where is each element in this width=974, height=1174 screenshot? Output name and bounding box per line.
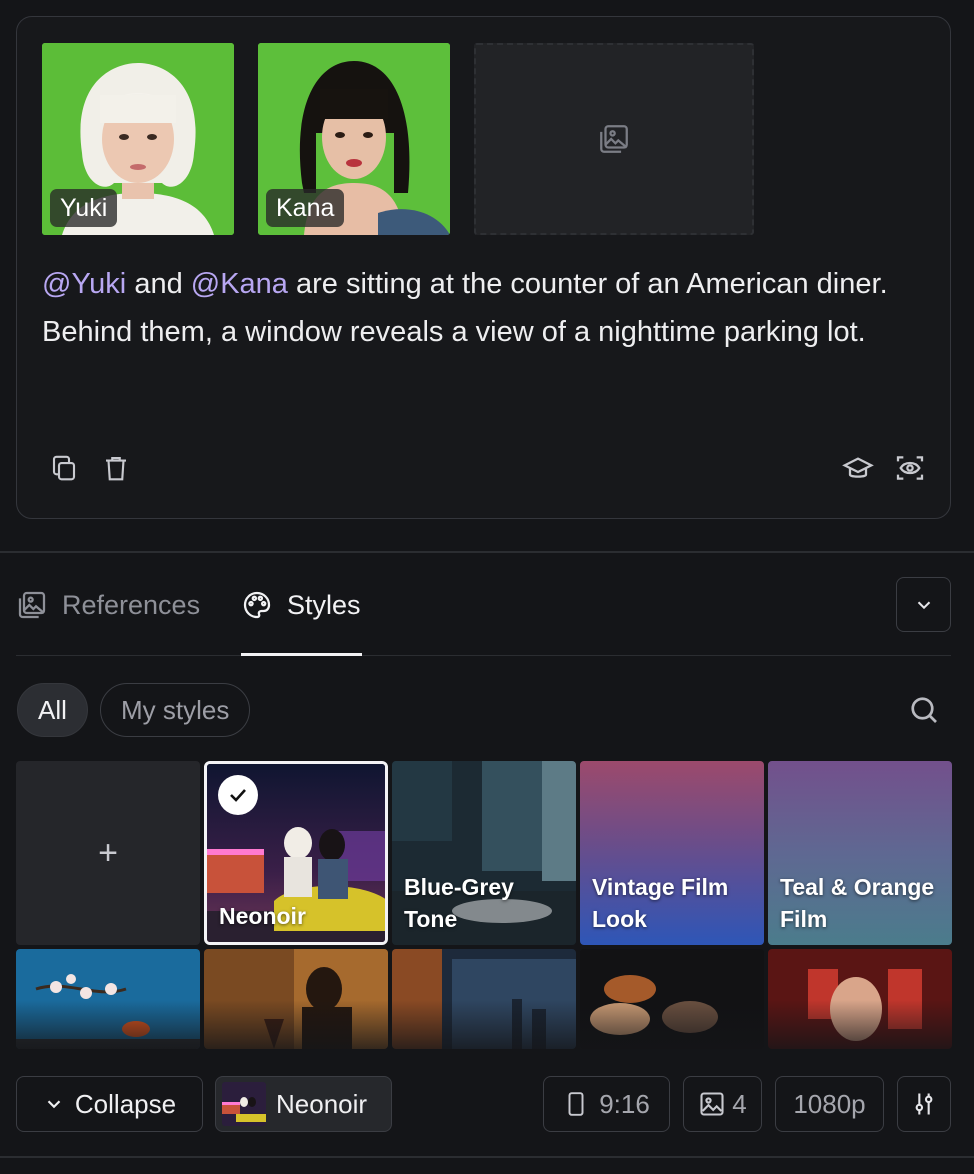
character-name-tag: Kana [266, 189, 345, 227]
tab-styles[interactable]: Styles [241, 585, 361, 625]
style-label: Blue-Grey Tone [404, 874, 514, 932]
tab-label: References [62, 590, 201, 620]
add-style-tile[interactable]: + [16, 761, 200, 945]
expand-dropdown-button[interactable] [896, 577, 951, 632]
collapse-button[interactable]: Collapse [16, 1076, 203, 1132]
style-tile-neonoir[interactable]: Neonoir [204, 761, 388, 945]
image-count-label: 4 [732, 1088, 747, 1119]
current-style-button[interactable]: Neonoir [215, 1076, 392, 1132]
graduation-cap-icon[interactable] [841, 451, 875, 485]
image-icon [700, 1092, 724, 1116]
grid-fade-overlay [0, 1000, 974, 1060]
style-tile-teal-orange-film[interactable]: Teal & Orange Film [768, 761, 952, 945]
mention-kana[interactable]: @Kana [191, 268, 288, 300]
prompt-card: Yuki Kana @Yuki and @Kana are sitting at… [16, 16, 951, 519]
character-name-tag: Yuki [50, 189, 118, 227]
prompt-fragment: and [126, 268, 191, 300]
phone-portrait-icon [568, 1092, 584, 1116]
resolution-button[interactable]: 1080p [775, 1076, 884, 1132]
chevron-down-icon [47, 1100, 61, 1109]
character-thumb-yuki[interactable]: Yuki [42, 43, 234, 235]
chevron-down-icon [917, 601, 930, 609]
current-style-label: Neonoir [276, 1088, 368, 1119]
tab-references[interactable]: References [16, 585, 200, 625]
style-thumbnail-icon [222, 1082, 266, 1126]
sliders-icon [915, 1093, 933, 1115]
image-upload-icon [600, 125, 628, 153]
mention-yuki[interactable]: @Yuki [42, 268, 126, 300]
style-label: Teal & Orange Film [780, 874, 935, 932]
eye-scan-icon[interactable] [893, 451, 927, 485]
images-icon [18, 591, 46, 619]
collapse-label: Collapse [74, 1088, 177, 1119]
filter-all[interactable]: All [17, 683, 88, 737]
resolution-label: 1080p [793, 1088, 866, 1119]
style-tile-vintage-film-look[interactable]: Vintage Film Look [580, 761, 764, 945]
settings-button[interactable] [897, 1076, 951, 1132]
tab-label: Styles [287, 590, 361, 620]
section-divider [0, 551, 974, 553]
trash-icon[interactable] [99, 451, 133, 485]
image-count-button[interactable]: 4 [683, 1076, 762, 1132]
copy-icon[interactable] [47, 451, 81, 485]
plus-icon: + [98, 833, 118, 872]
selected-check-icon [218, 775, 258, 815]
add-reference-slot[interactable] [474, 43, 754, 235]
filter-my-styles[interactable]: My styles [100, 683, 251, 737]
style-label: Neonoir [219, 903, 306, 929]
search-icon[interactable] [906, 692, 942, 728]
active-tab-indicator [241, 653, 362, 656]
prompt-text[interactable]: @Yuki and @Kana are sitting at the count… [42, 260, 922, 356]
aspect-ratio-label: 9:16 [599, 1088, 650, 1119]
aspect-ratio-button[interactable]: 9:16 [543, 1076, 670, 1132]
style-label: Vintage Film Look [592, 874, 729, 932]
style-tile-blue-grey-tone[interactable]: Blue-Grey Tone [392, 761, 576, 945]
palette-icon [243, 591, 271, 619]
tabs-baseline [16, 655, 951, 656]
bottom-divider [0, 1156, 974, 1158]
character-thumb-kana[interactable]: Kana [258, 43, 450, 235]
